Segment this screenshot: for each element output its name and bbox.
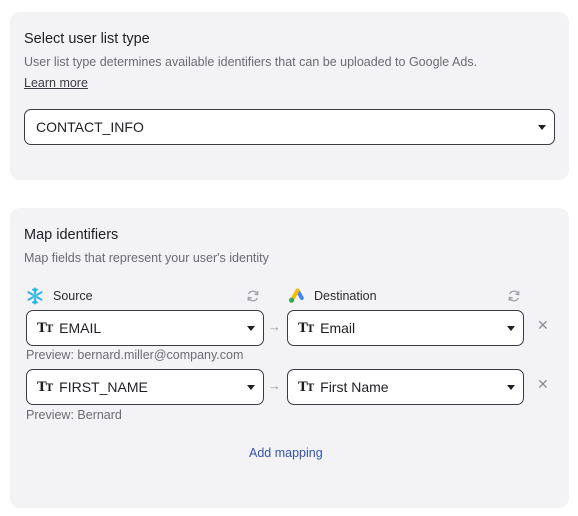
- chevron-down-icon: [507, 326, 515, 331]
- arrow-right-icon: →: [268, 378, 281, 393]
- chevron-down-icon: [247, 385, 255, 390]
- source-header: Source: [26, 287, 93, 305]
- field-preview: Preview: Bernard: [26, 408, 122, 422]
- chevron-down-icon: [538, 125, 546, 130]
- add-mapping-button[interactable]: Add mapping: [249, 446, 323, 460]
- chevron-down-icon: [247, 326, 255, 331]
- text-type-icon: TT: [298, 320, 314, 336]
- source-field-value: EMAIL: [59, 320, 102, 336]
- text-type-icon: TT: [37, 379, 53, 395]
- refresh-icon[interactable]: [507, 289, 521, 303]
- list-type-title: Select user list type: [24, 31, 150, 47]
- destination-field-value: Email: [320, 320, 356, 336]
- field-preview: Preview: bernard.miller@company.com: [26, 348, 244, 362]
- destination-field-select[interactable]: TT Email: [287, 310, 524, 346]
- snowflake-icon: [27, 287, 43, 305]
- source-field-select[interactable]: TT EMAIL: [26, 310, 264, 346]
- map-identifiers-card: Map identifiers Map fields that represen…: [10, 208, 569, 508]
- chevron-down-icon: [507, 385, 515, 390]
- text-type-icon: TT: [37, 320, 53, 336]
- destination-label: Destination: [314, 289, 377, 303]
- text-type-icon: TT: [298, 379, 314, 395]
- refresh-icon[interactable]: [246, 289, 260, 303]
- map-identifiers-title: Map identifiers: [24, 227, 119, 243]
- remove-mapping-close-icon[interactable]: ✕: [537, 317, 549, 334]
- learn-more-link[interactable]: Learn more: [24, 76, 88, 90]
- list-type-select-value: CONTACT_INFO: [36, 119, 144, 135]
- list-type-description: User list type determines available iden…: [24, 55, 478, 69]
- source-field-select[interactable]: TT FIRST_NAME: [26, 369, 264, 405]
- arrow-right-icon: →: [268, 319, 281, 334]
- list-type-card: Select user list type User list type det…: [10, 12, 569, 180]
- destination-field-value: First Name: [320, 379, 389, 395]
- source-field-value: FIRST_NAME: [59, 379, 148, 395]
- destination-header: Destination: [287, 287, 377, 305]
- source-label: Source: [53, 289, 93, 303]
- remove-mapping-close-icon[interactable]: ✕: [537, 376, 549, 393]
- list-type-select[interactable]: CONTACT_INFO: [24, 109, 555, 145]
- map-identifiers-description: Map fields that represent your user's id…: [24, 251, 269, 265]
- destination-field-select[interactable]: TT First Name: [287, 369, 524, 405]
- google-ads-icon: [289, 288, 304, 303]
